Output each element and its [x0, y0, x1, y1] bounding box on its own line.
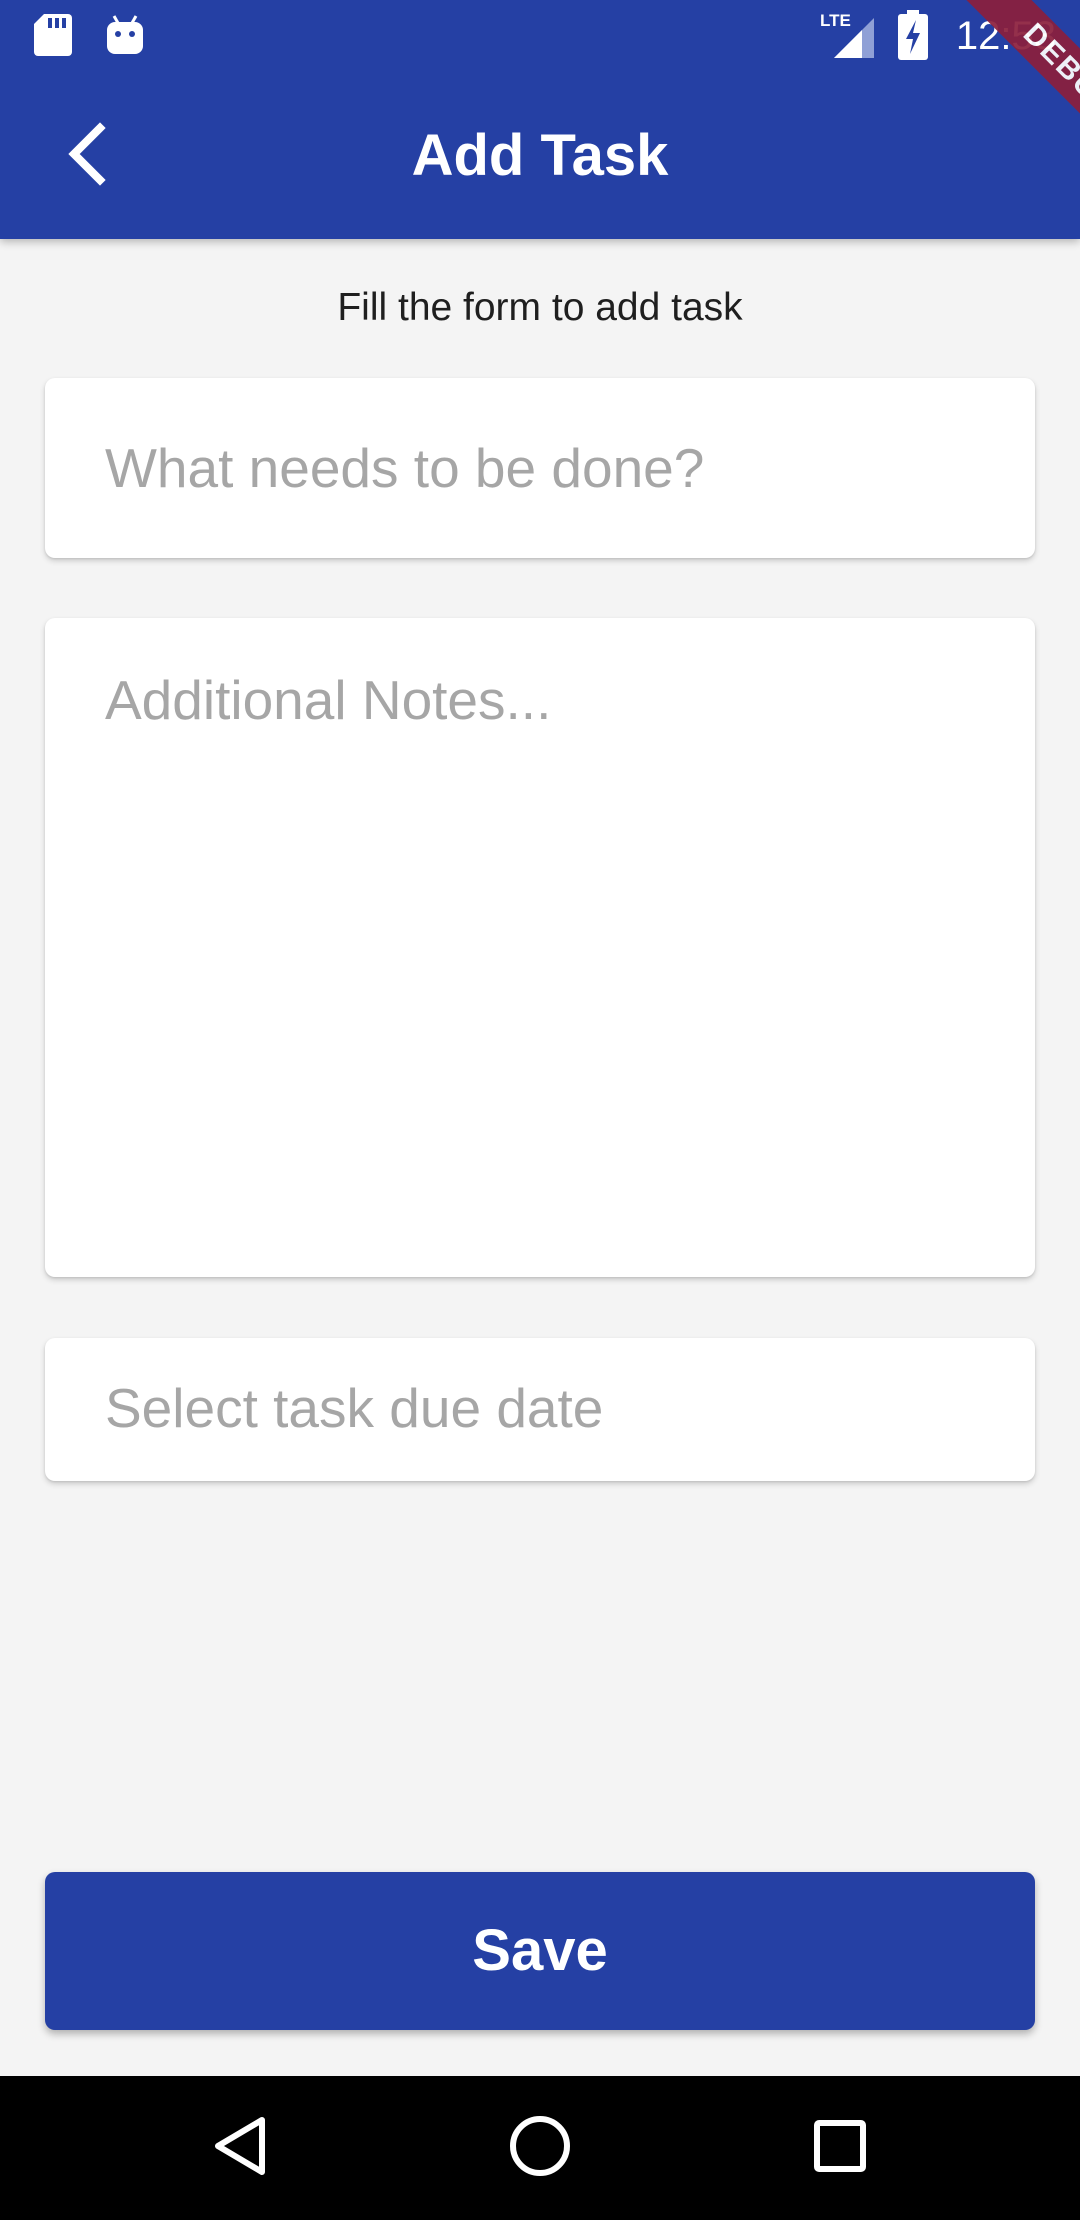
task-title-input[interactable] — [105, 428, 995, 508]
task-title-card — [45, 378, 1035, 558]
nav-recents-button[interactable] — [790, 2098, 890, 2198]
nav-recents-icon — [810, 2116, 870, 2181]
top-app-bar: LTE 12:53 Add Task — [0, 0, 1080, 239]
navigation-bar — [0, 2076, 1080, 2220]
nav-home-icon — [508, 2114, 572, 2183]
nav-home-button[interactable] — [490, 2098, 590, 2198]
status-bar: LTE 12:53 — [0, 0, 1080, 72]
due-date-field[interactable]: Select task due date — [45, 1338, 1035, 1481]
android-debug-icon — [106, 14, 144, 61]
app-bar: Add Task — [0, 72, 1080, 239]
notes-card — [45, 618, 1035, 1277]
save-button[interactable]: Save — [45, 1872, 1035, 2030]
due-date-placeholder: Select task due date — [105, 1377, 604, 1439]
battery-charging-icon — [898, 10, 928, 65]
page-title: Add Task — [411, 123, 669, 188]
sd-card-icon — [34, 14, 72, 61]
status-time: 12:53 — [955, 14, 1056, 58]
nav-back-button[interactable] — [190, 2098, 290, 2198]
svg-text:LTE: LTE — [820, 11, 851, 30]
lte-signal-icon: LTE — [818, 10, 876, 65]
notes-textarea[interactable] — [105, 668, 995, 1228]
nav-back-icon — [210, 2114, 270, 2183]
form-subtitle: Fill the form to add task — [337, 286, 743, 329]
